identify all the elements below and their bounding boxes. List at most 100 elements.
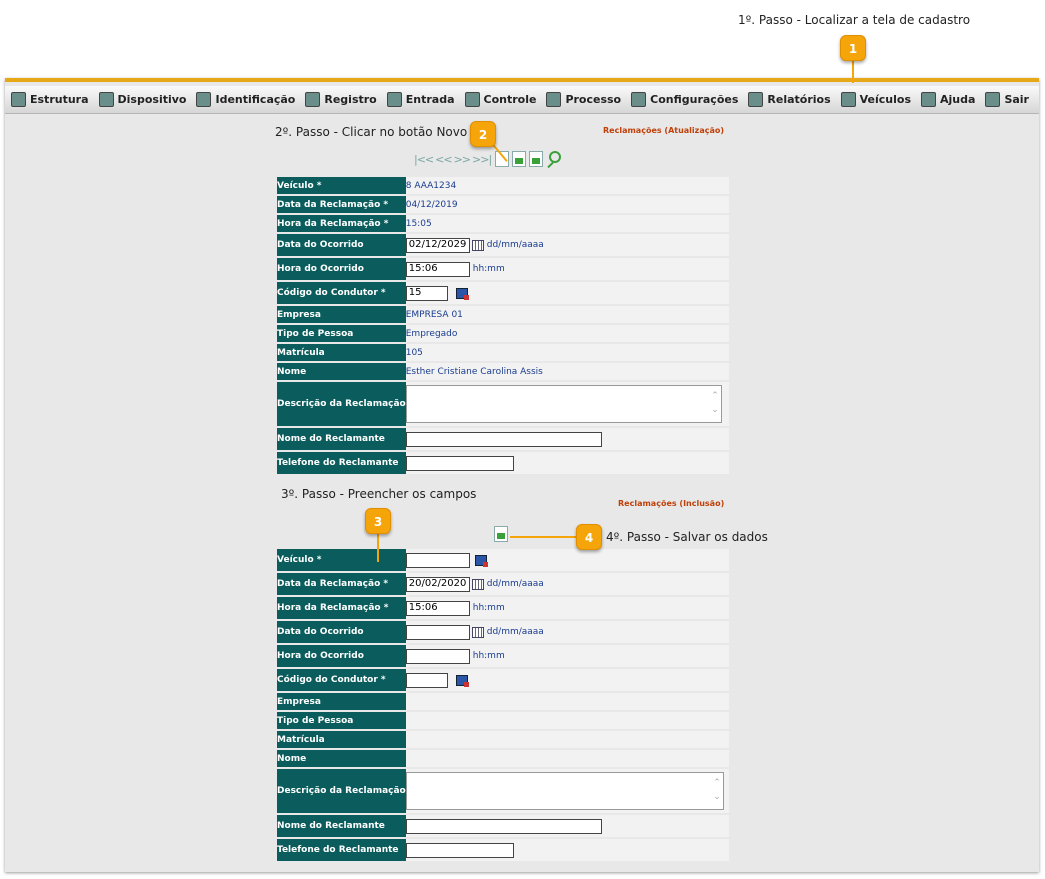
vehicles-icon (840, 92, 856, 107)
step4-leader (510, 536, 576, 538)
row-telefone-reclamante: Telefone do Reclamante (277, 452, 729, 474)
menu-item-entrada[interactable]: Entrada (386, 92, 455, 107)
veiculo-input[interactable] (405, 552, 470, 568)
form-update-title: Reclamações (Atualização) (603, 126, 725, 135)
lookup-icon[interactable] (455, 674, 469, 687)
row-hora-reclamacao: Hora da Reclamação * 15:06 hh:mm (277, 597, 729, 619)
value-veiculo: 8 AAA1234 (405, 177, 729, 194)
label-matricula: Matrícula (277, 731, 406, 748)
step1-leader (852, 61, 854, 83)
cell-data-reclamacao: 20/02/2020 dd/mm/aaaa (405, 573, 729, 595)
row-veiculo: Veículo * 8 AAA1234 (277, 177, 729, 194)
label-telefone-reclamante: Telefone do Reclamante (277, 452, 406, 474)
undo-record-icon[interactable] (529, 151, 544, 167)
calendar-icon[interactable] (471, 578, 484, 590)
row-data-reclamacao: Data da Reclamação * 20/02/2020 dd/mm/aaaa (277, 573, 729, 595)
descricao-textarea[interactable] (405, 385, 722, 423)
menu-item-label: Sair (1004, 93, 1029, 106)
label-hora-reclamacao: Hora da Reclamação * (277, 215, 406, 232)
codigo-condutor-input[interactable]: 15 (405, 285, 448, 301)
prev-record-button[interactable]: << (435, 153, 452, 166)
date-format-hint: dd/mm/aaaa (486, 627, 544, 637)
hora-ocorrido-input[interactable] (405, 648, 470, 664)
time-format-hint: hh:mm (472, 264, 505, 274)
menu-item-controle[interactable]: Controle (464, 92, 536, 107)
hora-reclamacao-input[interactable]: 15:06 (405, 600, 470, 616)
label-matricula: Matrícula (277, 344, 406, 361)
nome-reclamante-input[interactable] (405, 818, 602, 834)
step3-leader (377, 534, 379, 562)
data-ocorrido-input[interactable] (405, 624, 470, 640)
cell-data-ocorrido: dd/mm/aaaa (405, 621, 729, 643)
telefone-reclamante-input[interactable] (405, 455, 514, 471)
menu-item-label: Estrutura (30, 93, 89, 106)
menu-item-ajuda[interactable]: Ajuda (921, 92, 975, 107)
data-reclamacao-input[interactable]: 20/02/2020 (405, 576, 470, 592)
nome-reclamante-input[interactable] (405, 431, 602, 447)
value-nome (405, 750, 729, 767)
telefone-reclamante-input[interactable] (405, 842, 514, 858)
lookup-icon[interactable] (455, 287, 469, 300)
menu-item-identificacao[interactable]: Identificação (196, 92, 295, 107)
menu-item-estrutura[interactable]: Estrutura (11, 92, 89, 107)
descricao-textarea[interactable] (405, 772, 724, 810)
time-format-hint: hh:mm (472, 651, 505, 661)
row-descricao: Descrição da Reclamação (277, 769, 729, 813)
menu-item-dispositivo[interactable]: Dispositivo (98, 92, 186, 107)
row-tipo-pessoa: Tipo de Pessoa Empregado (277, 325, 729, 342)
date-format-hint: dd/mm/aaaa (486, 240, 544, 250)
step1-badge: 1 (840, 35, 866, 61)
identification-icon (196, 92, 212, 107)
date-format-hint: dd/mm/aaaa (486, 579, 544, 589)
register-icon (305, 92, 321, 107)
label-veiculo: Veículo * (277, 549, 406, 571)
row-data-ocorrido: Data do Ocorrido dd/mm/aaaa (277, 621, 729, 643)
lookup-icon[interactable] (474, 554, 488, 567)
save-record-icon[interactable] (512, 151, 527, 167)
cell-codigo-condutor: 15 (405, 282, 729, 304)
menu-item-configuracoes[interactable]: Configurações (631, 92, 738, 107)
reports-icon (748, 92, 764, 107)
cell-hora-reclamacao: 15:06 hh:mm (405, 597, 729, 619)
value-matricula (405, 731, 729, 748)
value-data-reclamacao: 04/12/2019 (405, 196, 729, 213)
calendar-icon[interactable] (471, 239, 484, 251)
label-nome: Nome (277, 750, 406, 767)
menu-item-label: Identificação (215, 93, 296, 106)
calendar-icon[interactable] (471, 626, 484, 638)
menu-item-registro[interactable]: Registro (305, 92, 377, 107)
row-hora-ocorrido: Hora do Ocorrido 15:06 hh:mm (277, 258, 729, 280)
menu-item-relatorios[interactable]: Relatórios (748, 92, 831, 107)
save-new-record-icon[interactable] (494, 526, 508, 542)
form-update-table: Veículo * 8 AAA1234 Data da Reclamação * 0… (277, 175, 729, 476)
row-matricula: Matrícula (277, 731, 729, 748)
label-data-ocorrido: Data do Ocorrido (277, 234, 406, 256)
menu-item-sair[interactable]: Sair (985, 92, 1029, 107)
value-tipo-pessoa: Empregado (405, 325, 729, 342)
row-data-ocorrido: Data do Ocorrido 02/12/2029 dd/mm/aaaa (277, 234, 729, 256)
label-nome: Nome (277, 363, 406, 380)
last-record-button[interactable]: >>| (472, 153, 492, 166)
data-ocorrido-input[interactable]: 02/12/2029 (405, 237, 470, 253)
form-insert-table: Veículo * Data da Reclamação * 20/02/2020… (277, 547, 729, 863)
menu-item-processo[interactable]: Processo (546, 92, 621, 107)
row-veiculo: Veículo * (277, 549, 729, 571)
hora-ocorrido-input[interactable]: 15:06 (405, 261, 470, 277)
menu-item-veiculos[interactable]: Veículos (840, 92, 911, 107)
process-icon (546, 92, 562, 107)
codigo-condutor-input[interactable] (405, 672, 448, 688)
label-empresa: Empresa (277, 306, 406, 323)
row-nome-reclamante: Nome do Reclamante (277, 428, 729, 450)
search-icon[interactable] (546, 151, 562, 167)
label-hora-ocorrido: Hora do Ocorrido (277, 258, 406, 280)
record-navigation-toolbar: |<< << >> >>| (414, 151, 562, 167)
label-veiculo: Veículo * (277, 177, 406, 194)
cell-nome-reclamante (405, 815, 729, 837)
first-record-button[interactable]: |<< (414, 153, 434, 166)
value-tipo-pessoa (405, 712, 729, 729)
label-data-reclamacao: Data da Reclamação * (277, 196, 406, 213)
next-record-button[interactable]: >> (454, 153, 471, 166)
value-matricula: 105 (405, 344, 729, 361)
label-nome-reclamante: Nome do Reclamante (277, 815, 406, 837)
control-icon (464, 92, 480, 107)
